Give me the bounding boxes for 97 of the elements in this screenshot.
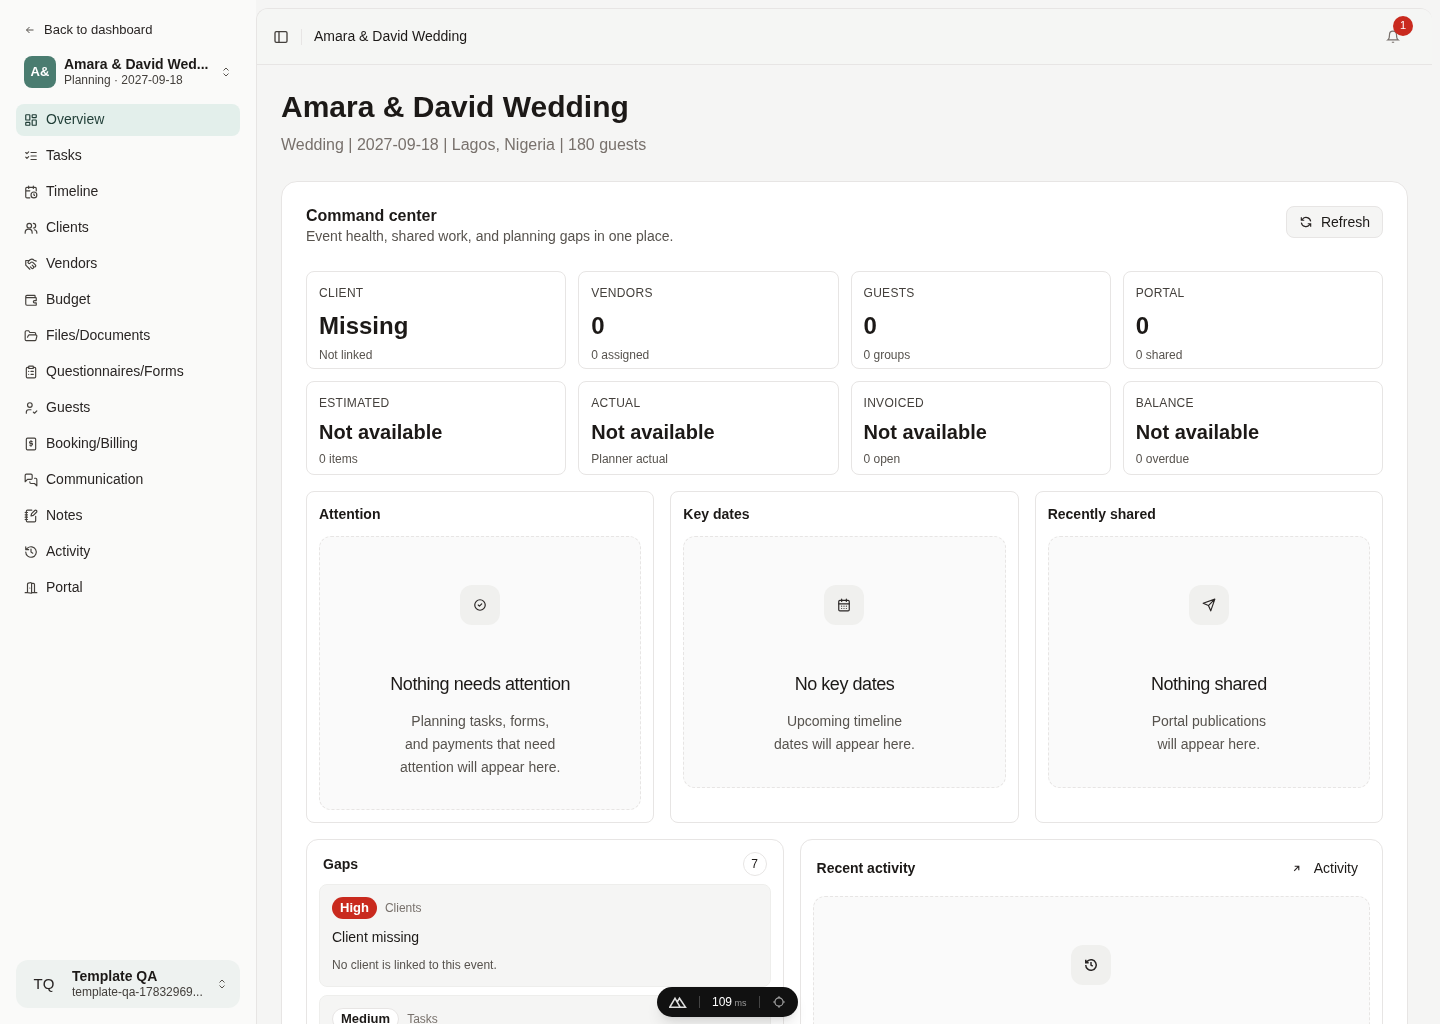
workspace-switcher[interactable]: TQ Template QA template-qa-17832969...	[16, 960, 240, 1008]
card-title: Recently shared	[1047, 505, 1157, 524]
history-icon	[1071, 945, 1112, 985]
gap-area: Tasks	[407, 1010, 438, 1024]
nav-item[interactable]: Activity	[16, 535, 240, 568]
nav-item[interactable]: Tasks	[16, 139, 240, 172]
calendar-icon	[824, 585, 865, 625]
nav-item[interactable]: Overview	[16, 103, 240, 136]
severity-badge: High	[332, 897, 377, 919]
page-title: Amara & David Wedding	[281, 89, 630, 125]
sidebar-toggle-icon[interactable]	[273, 28, 289, 45]
notebook-pen-icon	[24, 508, 38, 523]
handshake-icon	[24, 256, 38, 271]
event-avatar: A&	[24, 55, 56, 88]
empty-text: Upcoming timeline dates will appear here.	[774, 712, 915, 754]
section-title: Command center	[306, 206, 438, 226]
workspace-name: Template QA	[72, 968, 159, 984]
workspace-slug: template-qa-17832969...	[72, 984, 204, 1000]
severity-badge: Medium	[332, 1008, 400, 1024]
stat-value: 0	[591, 311, 606, 341]
stat-note: Not linked	[319, 347, 374, 364]
gap-title: Client missing	[332, 928, 421, 947]
nav-item[interactable]: Files/Documents	[16, 319, 240, 352]
messages-icon	[24, 472, 38, 487]
back-link[interactable]: Back to dashboard	[16, 20, 240, 40]
chevrons-icon	[216, 977, 228, 991]
stat-value: Missing	[319, 311, 410, 341]
empty-text: Portal publications will appear here.	[1151, 712, 1267, 754]
nav-item[interactable]: Clients	[16, 211, 240, 244]
stat-label: ACTUAL	[591, 395, 642, 412]
wallet-icon	[24, 292, 38, 307]
notification-badge: 1	[1393, 15, 1413, 36]
event-meta: Planning · 2027-09-18	[64, 71, 184, 88]
empty-text: Planning tasks, forms, and payments that need attention will appear here.	[400, 712, 561, 777]
checklist-icon	[24, 148, 38, 163]
mountain-icon	[669, 996, 687, 1008]
stat-value: Not available	[591, 420, 716, 445]
stat-note: 0 open	[863, 451, 902, 468]
door-icon	[24, 580, 38, 595]
refresh-button[interactable]: Refresh	[1285, 206, 1383, 238]
stat-label: INVOICED	[863, 395, 925, 412]
clipboard-icon	[24, 364, 38, 379]
card-title: Gaps	[323, 854, 358, 874]
stat-label: PORTAL	[1135, 285, 1186, 302]
event-switcher[interactable]: A& Amara & David Wed... Planning · 2027-09-18	[16, 55, 240, 88]
stat-value: Not available	[863, 420, 988, 445]
stat-value: 0	[1135, 311, 1151, 341]
empty-title: Nothing shared	[1150, 673, 1267, 696]
card-title: Recent activity	[816, 858, 916, 878]
target-icon	[771, 995, 786, 1009]
timing-value: 109 ms	[712, 994, 747, 1011]
stat-label: ESTIMATED	[319, 395, 391, 412]
calendar-clock-icon	[24, 184, 38, 199]
folder-icon	[24, 328, 38, 343]
nav-item[interactable]: Timeline	[16, 175, 240, 208]
stat-note: 0 items	[319, 451, 359, 468]
users-icon	[24, 220, 38, 235]
stat-value: Not available	[319, 420, 444, 445]
send-icon	[1188, 585, 1229, 625]
nav-item[interactable]: Budget	[16, 283, 240, 316]
section-description: Event health, shared work, and planning gaps in one place.	[306, 227, 675, 246]
stat-label: VENDORS	[591, 285, 654, 302]
event-name: Amara & David Wed...	[64, 55, 210, 72]
nav-item[interactable]: Notes	[16, 499, 240, 532]
nav-item[interactable]: Questionnaires/Forms	[16, 355, 240, 388]
bell-icon[interactable]	[1386, 28, 1400, 45]
history-icon	[24, 544, 38, 559]
stat-label: BALANCE	[1135, 395, 1195, 412]
refresh-icon	[1298, 215, 1313, 229]
stat-note: 0 shared	[1135, 347, 1184, 364]
card-title: Key dates	[683, 505, 751, 524]
grid-icon	[24, 112, 38, 127]
stat-label: GUESTS	[863, 285, 916, 302]
user-check-icon	[24, 400, 38, 415]
nav-item[interactable]: Vendors	[16, 247, 240, 280]
empty-title: No key dates	[794, 673, 895, 696]
stat-note: 0 assigned	[591, 347, 651, 364]
devtools-pill[interactable]: 109 ms	[657, 987, 798, 1017]
nav-item[interactable]: Guests	[16, 391, 240, 424]
nav-item[interactable]: Booking/Billing	[16, 427, 240, 460]
stat-value: Not available	[1135, 420, 1261, 445]
breadcrumb: Amara & David Wedding	[314, 27, 468, 46]
workspace-avatar: TQ	[32, 973, 56, 994]
receipt-icon	[24, 436, 38, 451]
stat-note: 0 groups	[863, 347, 912, 364]
stat-label: CLIENT	[319, 285, 365, 302]
stat-note: Planner actual	[591, 451, 669, 468]
gap-area: Clients	[384, 899, 422, 917]
nav-item[interactable]: Portal	[16, 571, 240, 604]
nav-item[interactable]: Communication	[16, 463, 240, 496]
gap-text: No client is linked to this event.	[332, 957, 498, 974]
stat-value: 0	[863, 311, 878, 341]
stat-note: 0 overdue	[1135, 451, 1191, 468]
empty-title: Nothing needs attention	[390, 673, 571, 696]
page-subtitle: Wedding | 2027-09-18 | Lagos, Nigeria | 180 guests	[281, 135, 648, 155]
activity-link[interactable]: Activity	[1290, 857, 1370, 879]
card-title: Attention	[319, 505, 382, 524]
